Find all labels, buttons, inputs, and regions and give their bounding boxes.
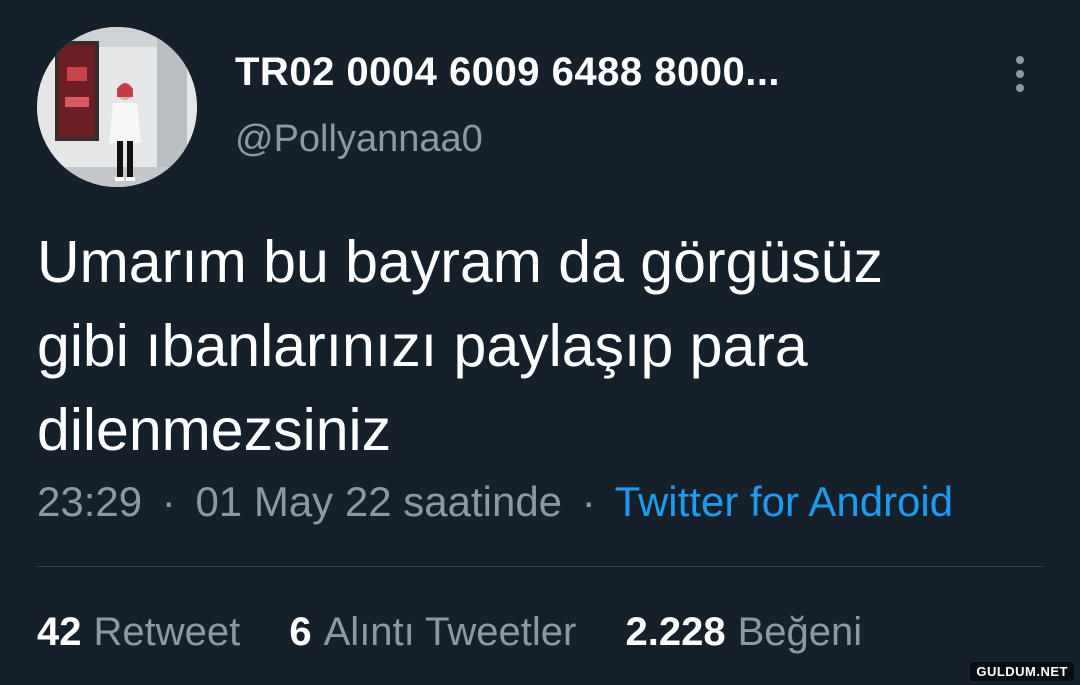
likes-label: Beğeni <box>737 610 863 654</box>
tweet-metadata: 23:29 · 01 May 22 saatinde · Twitter for… <box>37 478 953 526</box>
avatar[interactable] <box>37 27 197 187</box>
more-options-button[interactable] <box>1004 52 1036 96</box>
tweet-text: Umarım bu bayram da görgüsüz gibi ıbanla… <box>37 229 884 463</box>
watermark: GULDUM.NET <box>970 662 1074 681</box>
separator: · <box>581 478 596 525</box>
engagement-stats: 42 Retweet 6 Alıntı Tweetler 2.228 Beğeni <box>37 610 900 655</box>
retweets-stat[interactable]: 42 Retweet <box>37 610 240 655</box>
divider <box>37 566 1043 567</box>
user-handle[interactable]: @Pollyannaa0 <box>235 118 483 161</box>
display-name[interactable]: TR02 0004 6009 6488 8000... <box>235 50 780 95</box>
likes-count: 2.228 <box>625 610 726 654</box>
separator: · <box>161 478 176 525</box>
quotes-stat[interactable]: 6 Alıntı Tweetler <box>289 610 576 655</box>
tweet-date[interactable]: 01 May 22 saatinde <box>195 478 562 525</box>
retweets-count: 42 <box>37 610 82 654</box>
tweet-source-link[interactable]: Twitter for Android <box>615 478 953 525</box>
more-dot-icon <box>1016 70 1024 78</box>
likes-stat[interactable]: 2.228 Beğeni <box>625 610 862 655</box>
avatar-photo <box>37 27 197 187</box>
retweets-label: Retweet <box>93 610 241 654</box>
more-dot-icon <box>1016 84 1024 92</box>
more-dot-icon <box>1016 56 1024 64</box>
quotes-count: 6 <box>289 610 312 654</box>
quotes-label: Alıntı Tweetler <box>323 610 577 654</box>
tweet-detail: TR02 0004 6009 6488 8000... @Pollyannaa0… <box>0 0 1080 685</box>
tweet-time[interactable]: 23:29 <box>37 478 142 525</box>
